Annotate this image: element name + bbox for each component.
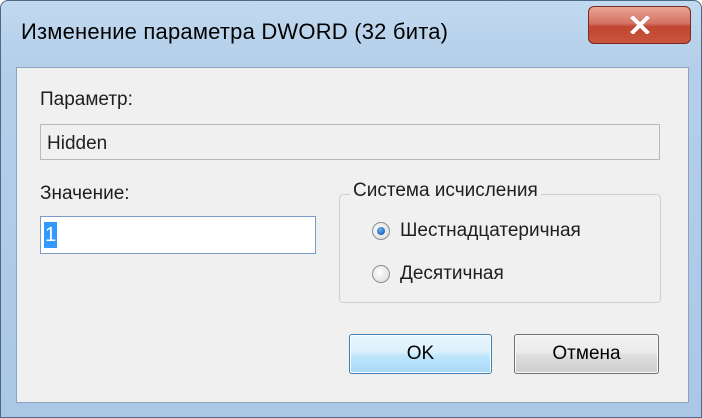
decimal-radio-label[interactable]: Десятичная [400, 263, 504, 285]
ok-button[interactable]: OK [349, 334, 492, 374]
title-bar[interactable]: Изменение параметра DWORD (32 бита) [1, 1, 701, 67]
hexadecimal-radio[interactable] [372, 222, 390, 240]
parameter-name-field: Hidden [40, 124, 660, 160]
close-icon [629, 16, 651, 34]
decimal-radio[interactable] [372, 265, 390, 283]
value-label: Значение: [40, 183, 130, 204]
hexadecimal-radio-label[interactable]: Шестнадцатеричная [400, 220, 581, 242]
cancel-button[interactable]: Отмена [514, 334, 659, 374]
parameter-label: Параметр: [40, 89, 133, 110]
value-input-text: 1 [44, 222, 58, 248]
number-base-group-title: Система исчисления [350, 180, 541, 202]
value-input[interactable]: 1 [40, 216, 316, 254]
dialog-client-area: Параметр: Hidden Значение: 1 Система исч… [16, 67, 689, 403]
window-title: Изменение параметра DWORD (32 бита) [21, 19, 449, 44]
close-button[interactable] [588, 6, 691, 44]
number-base-group: Система исчисления Шестнадцатеричная Дес… [339, 180, 661, 303]
dialog-window: Изменение параметра DWORD (32 бита) Пара… [0, 0, 702, 418]
